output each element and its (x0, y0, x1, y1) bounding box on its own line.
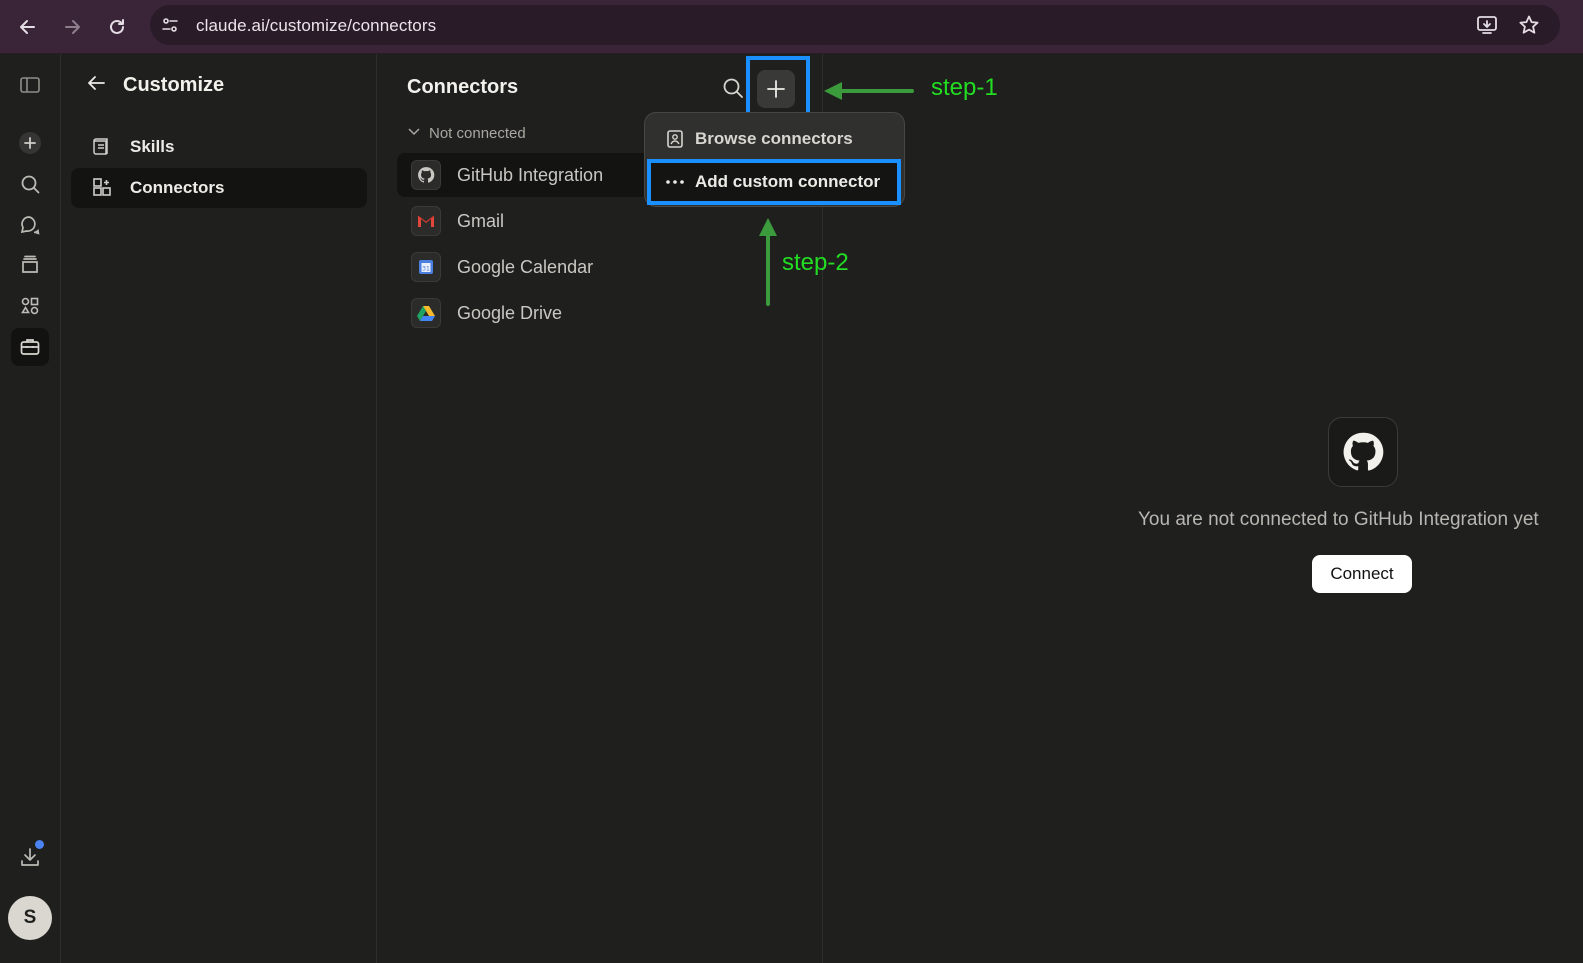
ellipsis-icon (665, 179, 685, 185)
projects-icon[interactable] (11, 246, 49, 284)
add-connector-menu: Browse connectors Add custom connector (644, 112, 905, 207)
connector-row-google-calendar[interactable]: 31 Google Calendar (397, 245, 807, 289)
menu-item-label: Browse connectors (695, 129, 853, 148)
not-connected-message: You are not connected to GitHub Integrat… (1138, 509, 1539, 530)
skills-icon (91, 136, 113, 158)
install-app-icon[interactable] (1476, 14, 1498, 41)
url-text: claude.ai/customize/connectors (196, 16, 437, 35)
customize-panel: Customize Skills Connectors (61, 54, 377, 963)
customize-briefcase-icon[interactable] (11, 328, 49, 366)
user-avatar[interactable]: S (8, 896, 52, 940)
gmail-icon (411, 206, 441, 236)
github-logo-icon (1328, 417, 1398, 487)
new-chat-icon[interactable] (11, 124, 49, 162)
address-bar[interactable]: claude.ai/customize/connectors (150, 5, 1560, 45)
section-label-text: Not connected (429, 124, 526, 142)
catalog-icon (665, 129, 685, 149)
site-info-icon[interactable] (160, 15, 180, 40)
customize-title: Customize (123, 74, 225, 96)
notification-dot (35, 840, 44, 849)
google-drive-icon (411, 298, 441, 328)
connect-button[interactable]: Connect (1312, 555, 1412, 593)
connector-label: GitHub Integration (457, 164, 604, 185)
sidebar-toggle-icon[interactable] (11, 66, 49, 104)
connector-label: Google Calendar (457, 256, 594, 277)
connectors-icon (91, 177, 113, 199)
reload-icon (110, 19, 124, 34)
github-icon (411, 160, 441, 190)
bookmark-star-icon[interactable] (1518, 14, 1540, 41)
back-button[interactable] (12, 11, 44, 43)
arrow-right-icon (65, 20, 80, 34)
browse-connectors-item[interactable]: Browse connectors (651, 120, 899, 158)
not-connected-section[interactable]: Not connected (407, 124, 526, 142)
svg-text:31: 31 (422, 266, 430, 273)
step-1-highlight-box (746, 56, 810, 120)
connector-row-google-drive[interactable]: Google Drive (397, 291, 807, 335)
step-1-label: step-1 (931, 74, 998, 101)
nav-item-connectors[interactable]: Connectors (71, 168, 367, 208)
arrow-left-icon (20, 20, 35, 34)
customize-header: Customize (85, 72, 224, 99)
menu-item-label: Add custom connector (695, 172, 881, 191)
chats-icon[interactable] (11, 206, 49, 244)
step-2-label: step-2 (782, 249, 849, 276)
back-arrow-icon[interactable] (85, 72, 107, 99)
artifacts-icon[interactable] (11, 287, 49, 325)
detail-message-clip: You are not connected to GitHub Integrat… (1138, 505, 1583, 537)
nav-item-label: Skills (130, 137, 175, 156)
step-2-arrow (759, 218, 777, 306)
connectors-title: Connectors (407, 76, 519, 98)
search-icon[interactable] (721, 76, 745, 105)
connector-label: Google Drive (457, 302, 563, 323)
nav-item-skills[interactable]: Skills (71, 127, 367, 167)
add-custom-connector-item[interactable]: Add custom connector (647, 159, 901, 205)
forward-button[interactable] (56, 11, 88, 43)
google-calendar-icon: 31 (411, 252, 441, 282)
reload-button[interactable] (101, 11, 133, 43)
browser-toolbar: claude.ai/customize/connectors (0, 0, 1583, 54)
search-icon[interactable] (11, 165, 49, 203)
nav-item-label: Connectors (130, 178, 225, 197)
icon-rail: S (0, 54, 61, 963)
chevron-down-icon (407, 124, 421, 142)
connector-label: Gmail (457, 210, 505, 231)
step-1-arrow (824, 82, 914, 100)
